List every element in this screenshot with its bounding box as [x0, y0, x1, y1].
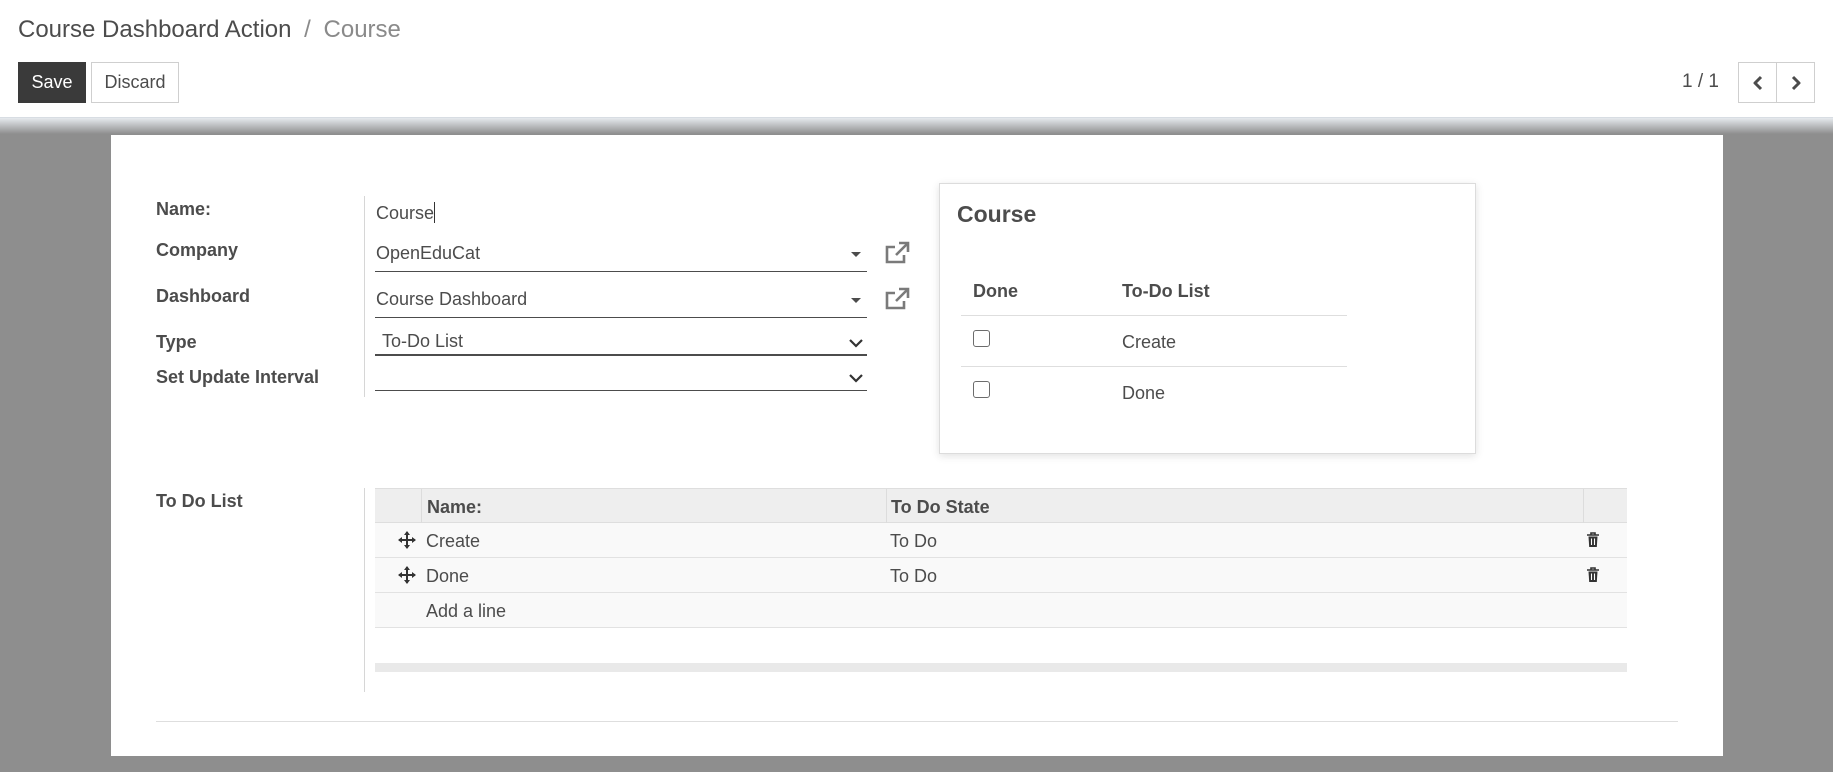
move-icon[interactable] — [398, 566, 416, 584]
breadcrumb-separator: / — [304, 16, 311, 43]
column-separator — [1583, 489, 1584, 524]
type-underline — [375, 354, 867, 356]
card-title: Course — [957, 201, 1037, 227]
card-divider — [961, 366, 1347, 367]
todo-checkbox[interactable] — [973, 381, 990, 398]
discard-button[interactable]: Discard — [91, 62, 179, 103]
company-select[interactable]: OpenEduCat — [376, 243, 856, 271]
todo-list-label: To Do List — [156, 491, 243, 511]
chevron-down-icon[interactable] — [848, 337, 864, 349]
caret-down-icon[interactable] — [851, 252, 861, 257]
card-divider — [961, 315, 1347, 316]
trash-icon[interactable] — [1586, 567, 1600, 583]
update-interval-select[interactable] — [376, 367, 846, 391]
add-line-link[interactable]: Add a line — [426, 601, 506, 622]
name-input-value: Course — [376, 203, 435, 223]
todo-preview-card: Course Done To-Do List Create Done — [939, 183, 1476, 454]
pager-previous-button[interactable] — [1738, 62, 1777, 103]
text-cursor — [434, 202, 436, 223]
table-header: Name: To Do State — [375, 488, 1627, 524]
control-panel: Course Dashboard Action / Course Save Di… — [0, 0, 1833, 118]
company-underline — [375, 271, 867, 272]
move-icon[interactable] — [398, 531, 416, 549]
todo-list-table: Name: To Do State Create To Do Done To D… — [375, 488, 1627, 673]
dashboard-label: Dashboard — [156, 286, 251, 306]
table-row[interactable]: Done To Do — [375, 558, 1627, 593]
table-row[interactable]: Create To Do — [375, 523, 1627, 558]
label-divider — [364, 196, 365, 397]
column-header-name[interactable]: Name: — [427, 497, 482, 518]
chevron-down-icon[interactable] — [848, 372, 864, 384]
breadcrumb-parent[interactable]: Course Dashboard Action — [18, 16, 292, 43]
save-button[interactable]: Save — [18, 62, 86, 103]
add-line-row[interactable]: Add a line — [375, 593, 1627, 628]
external-link-icon[interactable] — [883, 240, 911, 266]
breadcrumb-current: Course — [323, 16, 401, 43]
column-separator — [421, 489, 422, 524]
sheet-divider — [156, 721, 1678, 722]
trash-icon[interactable] — [1586, 532, 1600, 548]
row-state[interactable]: To Do — [890, 531, 937, 552]
update-interval-label: Set Update Interval — [156, 367, 320, 387]
chevron-right-icon — [1791, 75, 1800, 90]
company-label: Company — [156, 240, 239, 260]
caret-down-icon[interactable] — [851, 298, 861, 303]
chevron-left-icon — [1753, 75, 1762, 90]
column-separator — [886, 489, 887, 524]
row-state[interactable]: To Do — [890, 566, 937, 587]
column-header-state[interactable]: To Do State — [891, 497, 990, 518]
external-link-icon[interactable] — [883, 286, 911, 312]
type-label: Type — [156, 332, 197, 352]
card-todo-item: Done — [1122, 383, 1166, 403]
card-column-todo: To-Do List — [1122, 281, 1210, 301]
label-divider — [364, 488, 365, 692]
todo-checkbox[interactable] — [973, 330, 990, 347]
row-name[interactable]: Create — [426, 531, 480, 552]
name-label: Name: — [156, 199, 212, 219]
pager-value[interactable]: 1 / 1 — [1682, 71, 1719, 93]
breadcrumb: Course Dashboard Action / Course — [18, 16, 401, 44]
card-column-done: Done — [973, 281, 1018, 301]
name-input[interactable]: Course — [376, 202, 436, 224]
table-footer — [375, 663, 1627, 672]
dashboard-underline — [375, 317, 867, 318]
update-interval-underline — [375, 390, 867, 391]
dashboard-select[interactable]: Course Dashboard — [376, 289, 856, 317]
row-name[interactable]: Done — [426, 566, 469, 587]
pager-next-button[interactable] — [1776, 62, 1815, 103]
card-todo-item: Create — [1122, 332, 1177, 352]
